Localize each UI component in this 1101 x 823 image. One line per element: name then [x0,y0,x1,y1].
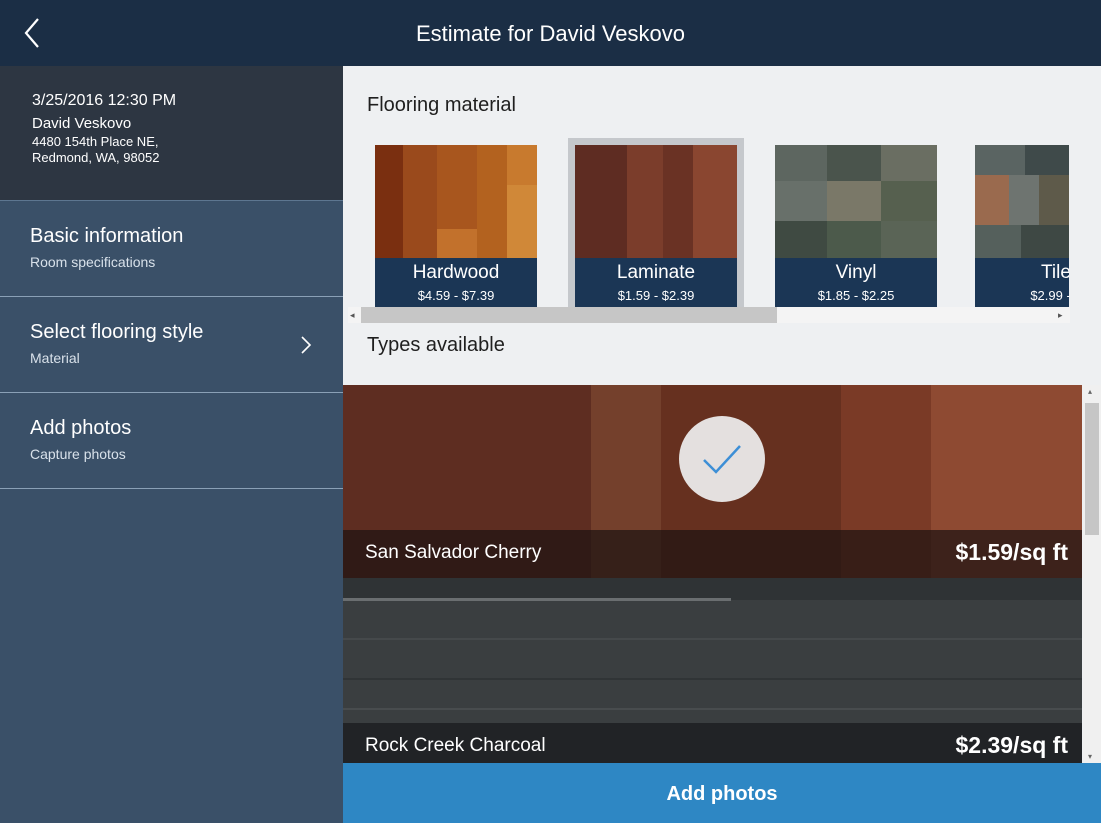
material-card-vinyl[interactable]: Vinyl $1.85 - $2.25 [775,145,937,307]
material-label: Hardwood $4.59 - $7.39 [375,258,537,307]
laminate-swatch [575,145,737,258]
material-horizontal-scrollbar[interactable]: ◂ ▸ [348,307,1070,323]
app-window: Estimate for David Veskovo 3/25/2016 12:… [0,0,1101,823]
scrollbar-thumb[interactable] [1085,403,1099,535]
sidebar-item-select-flooring-style[interactable]: Select flooring style Material [0,297,343,393]
material-label: Vinyl $1.85 - $2.25 [775,258,937,307]
sidebar-item-subtitle: Material [30,350,80,366]
sidebar-item-subtitle: Capture photos [30,446,126,462]
customer-name: David Veskovo [32,115,132,132]
checkmark-icon [703,445,741,474]
material-card-tile[interactable]: Tile $2.99 - $ [975,145,1069,307]
flooring-material-heading: Flooring material [367,94,516,116]
material-card-hardwood[interactable]: Hardwood $4.59 - $7.39 [375,145,537,307]
types-available-heading: Types available [367,334,505,356]
material-name: Tile [1041,262,1069,283]
sidebar-item-title: Select flooring style [30,321,204,343]
scroll-right-arrow-icon[interactable]: ▸ [1058,311,1066,320]
material-label: Laminate $1.59 - $2.39 [575,258,737,307]
material-price: $1.85 - $2.25 [817,288,895,303]
material-carousel: Hardwood $4.59 - $7.39 Laminate $1.59 - … [343,138,1083,311]
type-info-bar: San Salvador Cherry $1.59/sq ft [343,530,1082,578]
material-price: $4.59 - $7.39 [417,288,495,303]
estimate-datetime: 3/25/2016 12:30 PM [32,92,177,109]
types-list: San Salvador Cherry $1.59/sq ft Rock Cre… [343,385,1082,763]
type-info-bar: Rock Creek Charcoal $2.39/sq ft [343,723,1082,763]
material-label: Tile $2.99 - $ [975,258,1069,307]
material-price: $1.59 - $2.39 [617,288,695,303]
vinyl-swatch [775,145,937,258]
sidebar-item-subtitle: Room specifications [30,254,156,270]
types-vertical-scrollbar[interactable]: ▴ ▾ [1083,385,1101,763]
type-card-rock-creek-charcoal[interactable]: Rock Creek Charcoal $2.39/sq ft [343,578,1082,763]
material-name: Laminate [616,262,696,283]
add-photos-button[interactable]: Add photos [343,763,1101,823]
scroll-down-arrow-icon[interactable]: ▾ [1088,752,1092,761]
material-price: $2.99 - $ [1030,288,1069,303]
material-name: Hardwood [412,262,500,283]
customer-address-line2: Redmond, WA, 98052 [32,150,160,165]
customer-summary: 3/25/2016 12:30 PM David Veskovo 4480 15… [0,66,343,201]
type-name: Rock Creek Charcoal [365,735,546,756]
hardwood-swatch [375,145,537,258]
scroll-up-arrow-icon[interactable]: ▴ [1088,387,1092,396]
scrollbar-thumb[interactable] [361,307,777,323]
type-card-san-salvador-cherry[interactable]: San Salvador Cherry $1.59/sq ft [343,385,1082,578]
material-card-laminate[interactable]: Laminate $1.59 - $2.39 [568,138,744,311]
app-header: Estimate for David Veskovo [0,0,1101,66]
type-price: $2.39/sq ft [955,732,1069,758]
material-name: Vinyl [835,262,877,283]
sidebar-item-add-photos[interactable]: Add photos Capture photos [0,393,343,489]
customer-address-line1: 4480 154th Place NE, [32,134,159,149]
chevron-right-icon [301,336,312,354]
page-title: Estimate for David Veskovo [415,21,685,46]
tile-swatch [975,145,1069,258]
type-name: San Salvador Cherry [365,542,542,563]
selected-indicator [679,416,765,502]
sidebar-item-basic-information[interactable]: Basic information Room specifications [0,201,343,297]
sidebar-item-title: Basic information [30,225,184,247]
scroll-left-arrow-icon[interactable]: ◂ [350,311,358,320]
sidebar-item-title: Add photos [30,417,132,439]
main-content: Flooring material Hardwood $4.59 - $7.39 [343,66,1101,763]
sidebar: 3/25/2016 12:30 PM David Veskovo 4480 15… [0,66,343,823]
type-price: $1.59/sq ft [955,539,1069,565]
